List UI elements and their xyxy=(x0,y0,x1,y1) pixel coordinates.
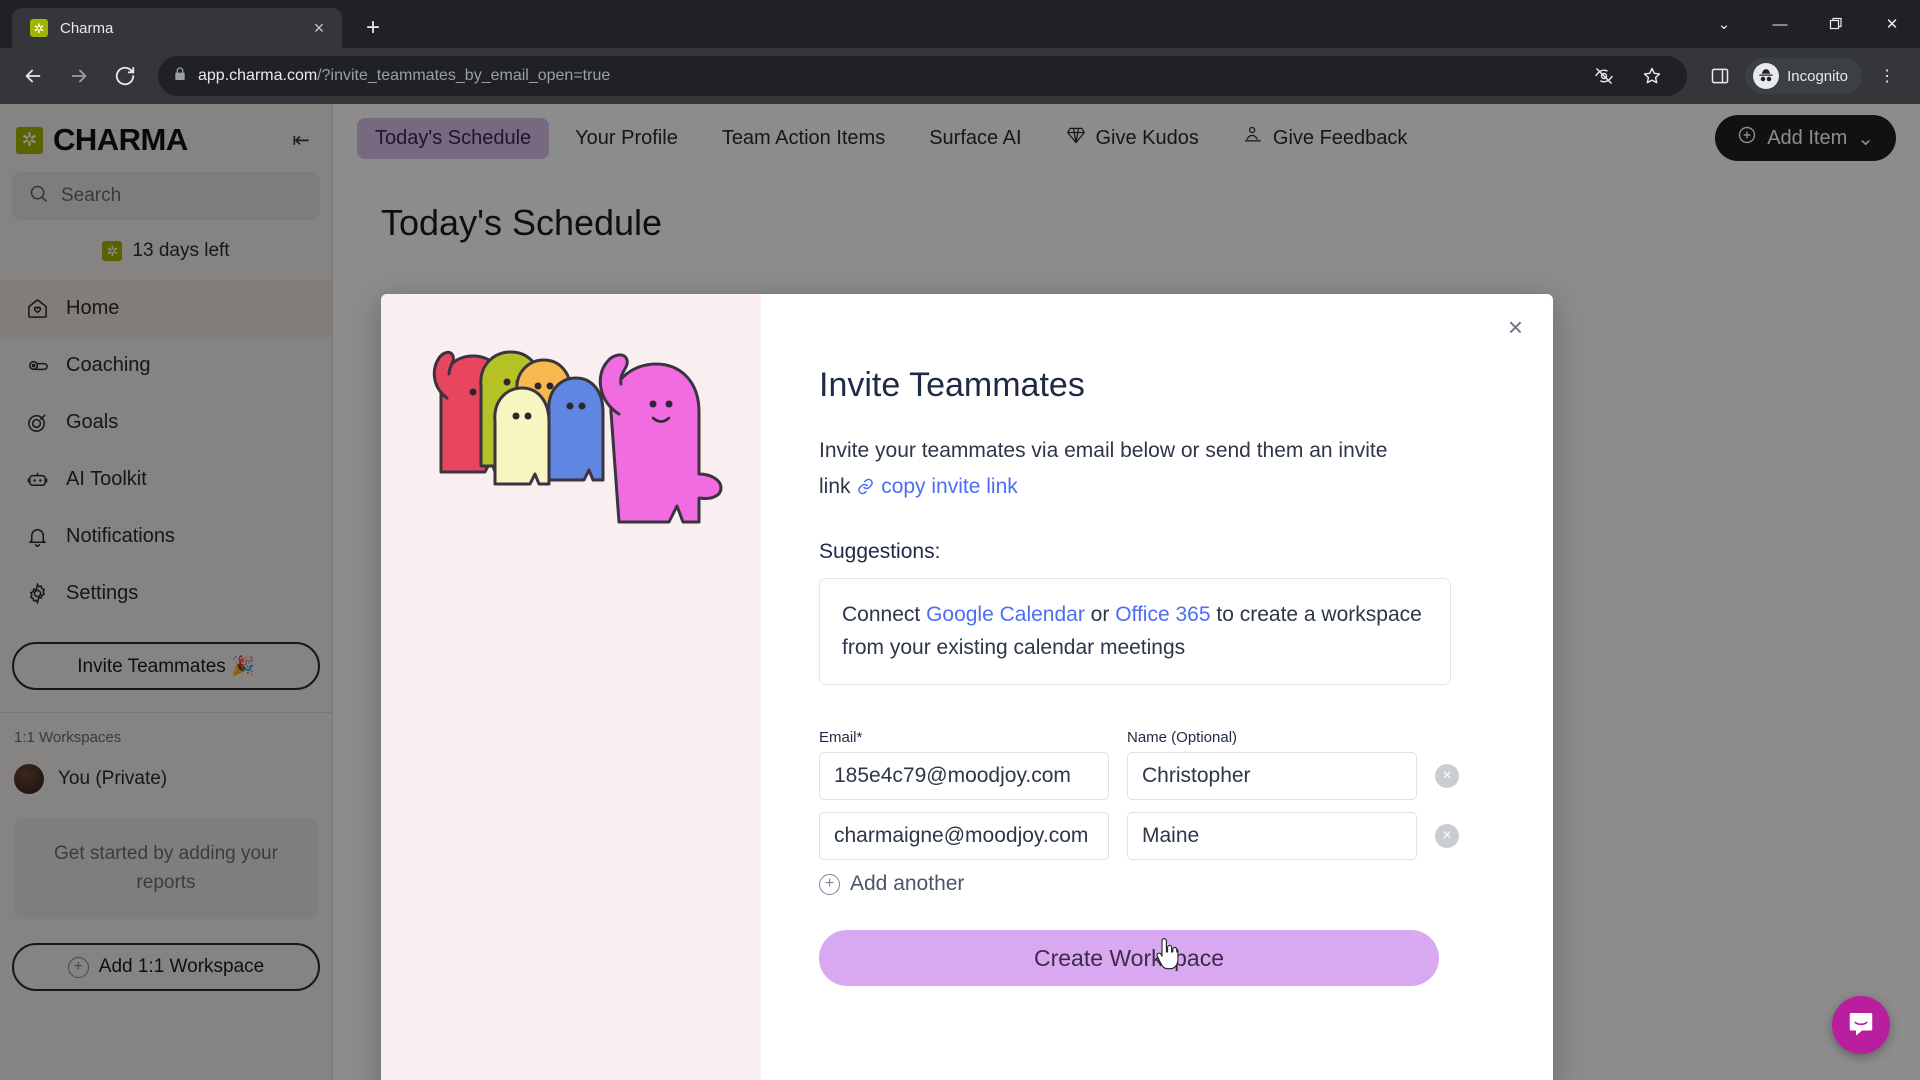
form-headers: Email* Name (Optional) xyxy=(819,729,1495,746)
suggestion-text-middle: or xyxy=(1084,603,1116,627)
name-field[interactable]: Maine xyxy=(1127,812,1417,861)
remove-row-icon[interactable]: × xyxy=(1435,824,1459,849)
tab-strip: ✲ Charma × + ⌄ — ✕ xyxy=(0,0,1920,48)
tracking-protection-icon[interactable] xyxy=(1583,55,1625,97)
incognito-label: Incognito xyxy=(1787,67,1848,85)
url-host: app.charma.com xyxy=(198,67,318,84)
page-viewport: ✲ CHARMA ⇤ Search ✲ 13 days left Home Co… xyxy=(0,104,1920,1080)
new-tab-button[interactable]: + xyxy=(356,11,390,45)
url-path: /?invite_teammates_by_email_open=true xyxy=(317,67,611,84)
create-workspace-label: Create Workspace xyxy=(1033,944,1225,971)
tab-close-icon[interactable]: × xyxy=(308,18,330,39)
waving-blob-characters-illustration xyxy=(432,350,723,524)
browser-toolbar: app.charma.com/?invite_teammates_by_emai… xyxy=(0,48,1920,104)
add-another-button[interactable]: + Add another xyxy=(819,872,1495,896)
suggestion-text-before: Connect xyxy=(842,603,927,627)
remove-row-icon[interactable]: × xyxy=(1435,764,1459,789)
omnibox-actions xyxy=(1583,55,1673,97)
browser-tab[interactable]: ✲ Charma × xyxy=(12,8,342,48)
tab-search-icon[interactable]: ⌄ xyxy=(1696,0,1752,48)
invite-row: 185e4c79@moodjoy.com Christopher × xyxy=(819,752,1495,801)
plus-circle-icon: + xyxy=(819,873,840,895)
incognito-icon xyxy=(1753,63,1780,89)
link-icon xyxy=(856,475,881,498)
modal-description: Invite your teammates via email below or… xyxy=(819,433,1399,504)
modal-body: × Invite Teammates Invite your teammates… xyxy=(761,294,1553,1080)
close-window-button[interactable]: ✕ xyxy=(1864,0,1920,48)
name-field[interactable]: Christopher xyxy=(1127,752,1417,801)
create-workspace-button[interactable]: Create Workspace xyxy=(819,930,1439,987)
tab-title: Charma xyxy=(60,19,114,37)
suggestion-card: Connect Google Calendar or Office 365 to… xyxy=(819,578,1451,686)
bookmark-star-icon[interactable] xyxy=(1631,55,1673,97)
invite-form: Email* Name (Optional) 185e4c79@moodjoy.… xyxy=(819,729,1495,987)
modal-illustration-panel xyxy=(381,294,761,1080)
minimize-button[interactable]: — xyxy=(1752,0,1808,48)
name-column-header: Name (Optional) xyxy=(1127,729,1238,747)
modal-title: Invite Teammates xyxy=(819,366,1085,404)
close-icon[interactable]: × xyxy=(1508,314,1523,340)
back-icon[interactable] xyxy=(12,55,54,97)
google-calendar-link[interactable]: Google Calendar xyxy=(926,603,1085,626)
browser-window: ✲ Charma × + ⌄ — ✕ app.charma.com/?invit… xyxy=(0,0,1920,1080)
invite-row: charmaigne@moodjoy.com Maine × xyxy=(819,812,1495,861)
reload-icon[interactable] xyxy=(104,55,146,97)
padlock-icon xyxy=(172,66,188,87)
add-another-label: Add another xyxy=(850,872,965,896)
url-text: app.charma.com/?invite_teammates_by_emai… xyxy=(198,67,610,85)
email-column-header: Email* xyxy=(819,729,863,747)
suggestions-label: Suggestions: xyxy=(819,540,941,564)
charma-star-icon: ✲ xyxy=(30,19,48,37)
email-field[interactable]: 185e4c79@moodjoy.com xyxy=(819,752,1109,801)
window-controls: ⌄ — ✕ xyxy=(1696,0,1920,48)
copy-invite-link[interactable]: copy invite link xyxy=(856,474,1018,498)
incognito-profile-button[interactable]: Incognito xyxy=(1745,58,1862,94)
forward-icon[interactable] xyxy=(58,55,100,97)
side-panel-icon[interactable] xyxy=(1699,55,1741,97)
intercom-launcher-button[interactable] xyxy=(1832,996,1890,1054)
address-bar[interactable]: app.charma.com/?invite_teammates_by_emai… xyxy=(158,55,1688,97)
office-365-link[interactable]: Office 365 xyxy=(1115,603,1210,626)
email-field[interactable]: charmaigne@moodjoy.com xyxy=(819,812,1109,861)
chat-bubble-icon xyxy=(1846,1008,1876,1043)
browser-menu-icon[interactable]: ⋮ xyxy=(1866,55,1908,97)
copy-invite-link-label: copy invite link xyxy=(881,474,1018,498)
maximize-button[interactable] xyxy=(1808,0,1864,48)
invite-teammates-modal: × Invite Teammates Invite your teammates… xyxy=(381,294,1553,1080)
